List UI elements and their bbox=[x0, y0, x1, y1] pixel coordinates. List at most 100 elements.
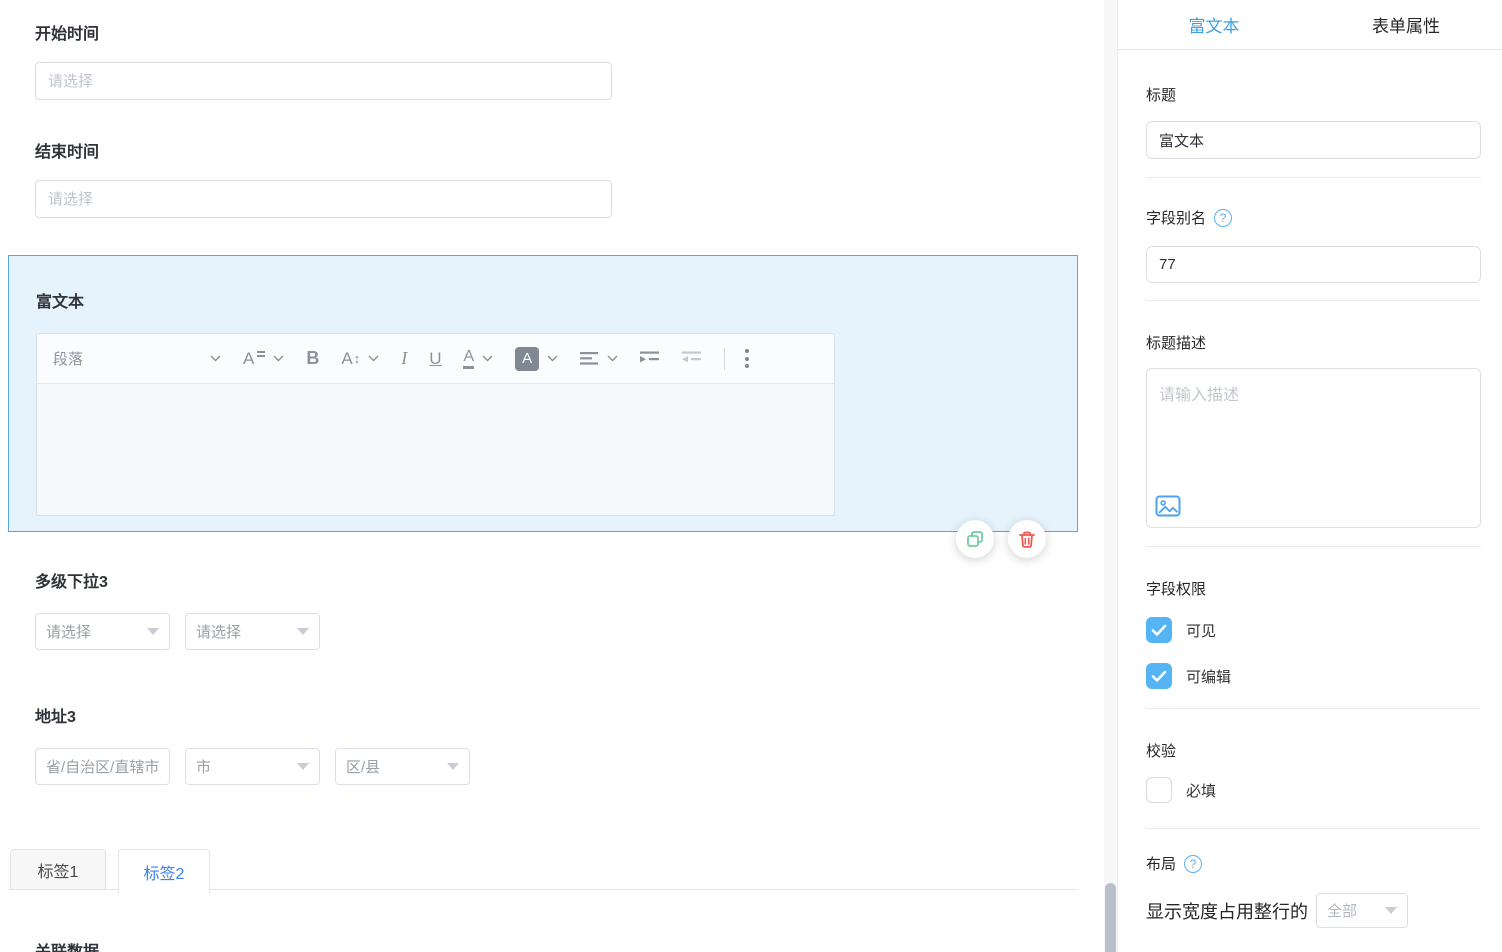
layout-width-text: 显示宽度占用整行的 bbox=[1146, 901, 1308, 922]
multi-dropdown-select-1[interactable]: 请选择 bbox=[35, 613, 170, 650]
description-label: 标题描述 bbox=[1146, 335, 1207, 352]
editable-checkbox-label: 可编辑 bbox=[1186, 668, 1232, 686]
address-label: 地址3 bbox=[35, 709, 76, 726]
more-options-button[interactable] bbox=[745, 349, 750, 368]
caret-down-icon bbox=[297, 628, 309, 635]
end-time-label: 结束时间 bbox=[35, 144, 100, 161]
rich-text-content-area[interactable] bbox=[37, 384, 834, 516]
font-family-icon: A bbox=[243, 348, 255, 368]
section-divider bbox=[1146, 708, 1481, 709]
layout-width-row: 显示宽度占用整行的 全部 bbox=[1146, 893, 1408, 928]
chevron-down-icon bbox=[210, 355, 221, 362]
alias-input[interactable] bbox=[1146, 246, 1481, 283]
panel-tab-form-props[interactable]: 表单属性 bbox=[1310, 0, 1502, 49]
indent-icon bbox=[640, 351, 660, 363]
paragraph-style-value: 段落 bbox=[53, 351, 84, 368]
chevron-down-icon[interactable] bbox=[547, 355, 558, 362]
select-placeholder: 区/县 bbox=[346, 759, 381, 776]
multi-dropdown-select-2[interactable]: 请选择 bbox=[185, 613, 320, 650]
bold-button[interactable]: B bbox=[306, 348, 319, 369]
section-divider bbox=[1146, 546, 1481, 547]
italic-button[interactable]: I bbox=[401, 348, 407, 369]
address-province-select[interactable]: 省/自治区/直辖市 bbox=[35, 748, 170, 785]
checkbox-unchecked-icon[interactable] bbox=[1146, 777, 1172, 803]
related-data-label: 关联数据 bbox=[35, 938, 99, 952]
address-city-select[interactable]: 市 bbox=[185, 748, 320, 785]
section-divider bbox=[1146, 828, 1481, 829]
insert-image-button[interactable] bbox=[1155, 493, 1181, 519]
select-placeholder: 省/自治区/直辖市 bbox=[46, 759, 159, 776]
select-placeholder: 市 bbox=[196, 759, 212, 776]
title-input[interactable] bbox=[1146, 121, 1481, 159]
background-color-button[interactable]: A bbox=[515, 346, 540, 371]
title-label: 标题 bbox=[1146, 87, 1177, 104]
toolbar-divider bbox=[724, 347, 726, 370]
chevron-down-icon[interactable] bbox=[273, 355, 284, 362]
layout-width-value: 全部 bbox=[1327, 903, 1358, 920]
font-size-icon: A bbox=[341, 348, 353, 368]
caret-down-icon bbox=[447, 763, 459, 770]
layout-label: 布局 ? bbox=[1146, 853, 1203, 874]
scrollbar-thumb[interactable] bbox=[1105, 883, 1116, 952]
alias-label-text: 字段别名 bbox=[1146, 210, 1207, 227]
visible-checkbox-row[interactable]: 可见 bbox=[1146, 617, 1216, 643]
visible-checkbox-label: 可见 bbox=[1186, 622, 1217, 640]
copy-icon bbox=[967, 531, 983, 547]
description-textarea-wrap bbox=[1146, 368, 1481, 528]
start-time-input[interactable] bbox=[35, 62, 612, 100]
chevron-down-icon[interactable] bbox=[482, 355, 493, 362]
checkbox-checked-icon[interactable] bbox=[1146, 617, 1172, 643]
address-district-select[interactable]: 区/县 bbox=[335, 748, 470, 785]
section-divider bbox=[1146, 177, 1481, 178]
layout-width-select[interactable]: 全部 bbox=[1316, 893, 1408, 928]
required-checkbox-label: 必填 bbox=[1186, 782, 1217, 800]
align-icon bbox=[580, 352, 599, 365]
caret-down-icon bbox=[1385, 907, 1397, 914]
form-canvas: 开始时间 结束时间 富文本 段落 A B bbox=[0, 0, 1104, 952]
updown-arrow-icon: ↕ bbox=[353, 351, 361, 366]
indent-button[interactable] bbox=[640, 351, 660, 366]
rich-text-field-selected[interactable]: 富文本 段落 A B A ↕ I U A A bbox=[8, 255, 1078, 532]
chevron-down-icon[interactable] bbox=[607, 355, 618, 362]
font-color-button[interactable]: A bbox=[463, 348, 475, 369]
outdent-button[interactable] bbox=[682, 351, 702, 366]
end-time-input[interactable] bbox=[35, 180, 612, 218]
description-textarea[interactable] bbox=[1147, 369, 1480, 487]
panel-tab-field[interactable]: 富文本 bbox=[1118, 0, 1310, 49]
select-placeholder: 请选择 bbox=[46, 624, 92, 641]
layout-label-text: 布局 bbox=[1146, 856, 1177, 873]
align-button[interactable] bbox=[580, 351, 599, 366]
rich-text-label: 富文本 bbox=[36, 294, 85, 311]
required-checkbox-row[interactable]: 必填 bbox=[1146, 777, 1216, 803]
canvas-scrollbar[interactable] bbox=[1104, 0, 1117, 952]
multi-dropdown-label: 多级下拉3 bbox=[35, 574, 108, 591]
canvas-tab-1[interactable]: 标签1 bbox=[10, 849, 106, 890]
help-icon[interactable]: ? bbox=[1184, 854, 1203, 873]
validation-label: 校验 bbox=[1146, 743, 1177, 760]
copy-field-button[interactable] bbox=[956, 520, 994, 558]
image-icon bbox=[1155, 495, 1181, 517]
font-family-bars-icon bbox=[257, 351, 266, 357]
form-builder: 开始时间 结束时间 富文本 段落 A B bbox=[0, 0, 1502, 952]
select-placeholder: 请选择 bbox=[196, 624, 242, 641]
panel-tabs: 富文本 表单属性 bbox=[1118, 0, 1502, 50]
trash-icon bbox=[1019, 531, 1035, 548]
permissions-label: 字段权限 bbox=[1146, 581, 1207, 598]
help-icon[interactable]: ? bbox=[1214, 208, 1233, 227]
rich-text-toolbar: 段落 A B A ↕ I U A A bbox=[37, 334, 834, 384]
section-divider bbox=[1146, 300, 1481, 301]
outdent-icon bbox=[682, 351, 702, 363]
canvas-tab-2[interactable]: 标签2 bbox=[118, 849, 210, 894]
editable-checkbox-row[interactable]: 可编辑 bbox=[1146, 663, 1231, 689]
chevron-down-icon[interactable] bbox=[368, 355, 379, 362]
font-size-button[interactable]: A ↕ bbox=[341, 349, 360, 369]
paragraph-style-select[interactable]: 段落 bbox=[53, 348, 221, 369]
rich-text-editor[interactable]: 段落 A B A ↕ I U A A bbox=[36, 333, 835, 516]
delete-field-button[interactable] bbox=[1008, 520, 1046, 558]
caret-down-icon bbox=[297, 763, 309, 770]
underline-button[interactable]: U bbox=[429, 349, 441, 369]
alias-label: 字段别名 ? bbox=[1146, 207, 1233, 228]
font-family-button[interactable]: A bbox=[243, 348, 266, 369]
properties-panel: 富文本 表单属性 标题 字段别名 ? 标题描述 字段权限 bbox=[1117, 0, 1502, 952]
checkbox-checked-icon[interactable] bbox=[1146, 663, 1172, 689]
